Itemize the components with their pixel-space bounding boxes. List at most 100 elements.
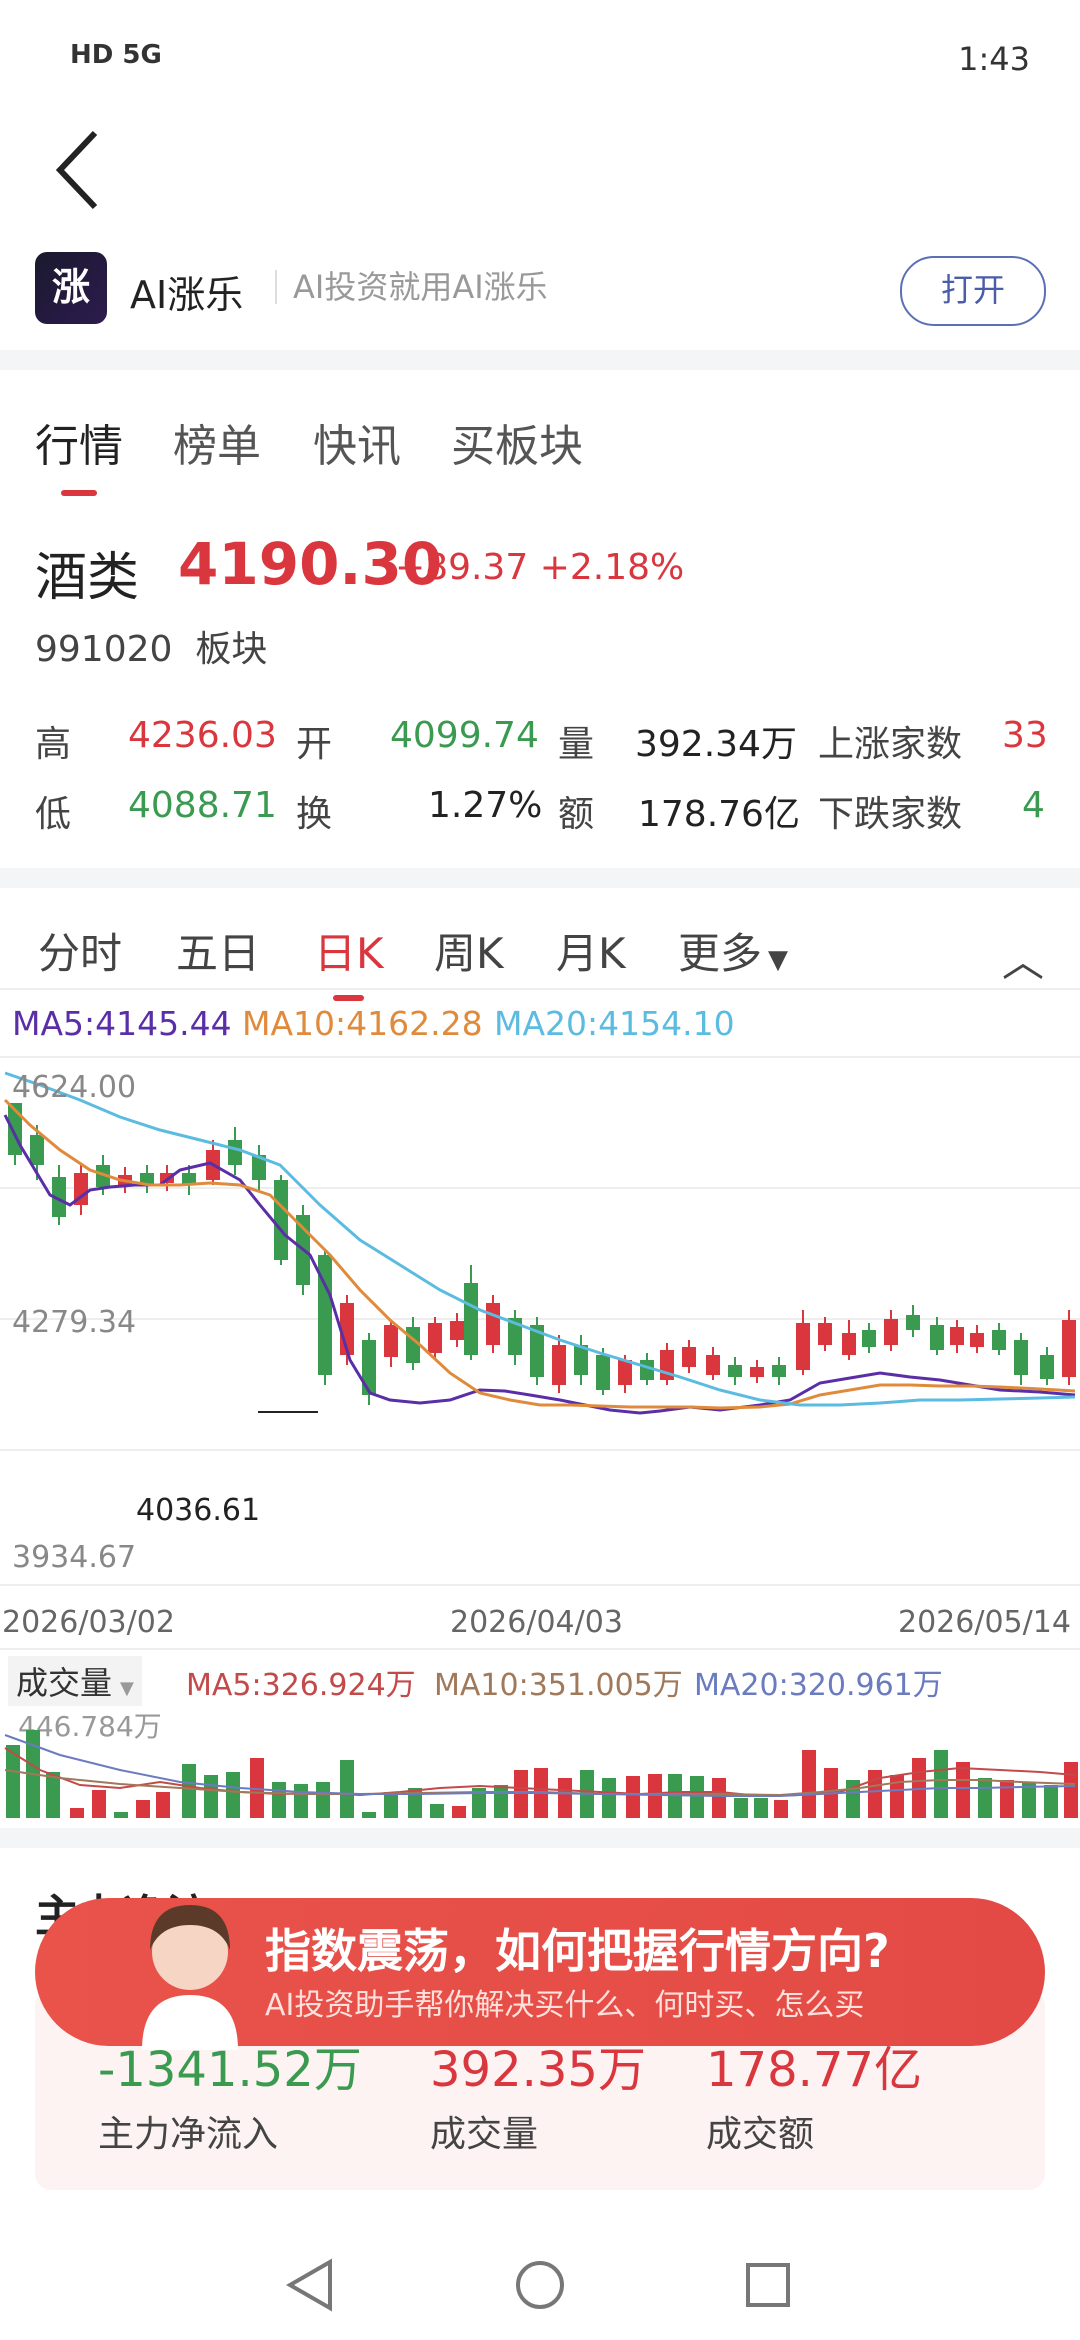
volume-bar [340, 1760, 354, 1818]
amount-label: 额 [558, 794, 595, 835]
app-logo: 涨 [35, 252, 107, 324]
volume-label: 成交量 [16, 1664, 113, 1702]
volume-bar [754, 1798, 768, 1818]
candle-body [450, 1321, 464, 1340]
candle-body [362, 1340, 376, 1395]
volume-chart[interactable] [0, 1700, 1080, 1820]
candle-body [970, 1333, 984, 1347]
divider [0, 868, 1080, 888]
candle-body [1014, 1340, 1028, 1375]
volume-bar [774, 1800, 788, 1818]
nav-home-icon [516, 2261, 564, 2309]
change-value: +89.37 [395, 547, 529, 588]
clock: 1:43 [958, 40, 1030, 78]
low-label: 低 [35, 794, 72, 835]
candle-body [274, 1180, 288, 1260]
chevron-up-icon[interactable]: ︿ [1002, 928, 1044, 989]
nav-recents-icon [746, 2263, 790, 2307]
candle-body [930, 1325, 944, 1350]
divider [0, 1828, 1080, 1848]
volume-bar [1064, 1762, 1078, 1818]
sector-name: 酒类 [35, 548, 140, 608]
tab-intraday[interactable]: 分时 [38, 920, 122, 981]
ma20-label: MA20:4154.10 [494, 1004, 735, 1043]
volume-bar [294, 1784, 308, 1818]
price-axis-high: 4624.00 [12, 1070, 137, 1105]
candle-body [682, 1347, 696, 1367]
divider [0, 988, 1080, 990]
candle-body [596, 1355, 610, 1390]
candle-body [772, 1365, 786, 1377]
volume-bar [1000, 1780, 1014, 1818]
code-type: 板块 [195, 629, 268, 670]
candle-body [796, 1323, 810, 1370]
open-label: 开 [296, 724, 333, 765]
volume-bar [156, 1792, 170, 1818]
volume-bar [70, 1808, 84, 1818]
volume-bar [452, 1806, 466, 1818]
candle-body [486, 1303, 500, 1345]
date-start: 2026/03/02 [2, 1605, 175, 1640]
volume-bar [712, 1778, 726, 1818]
sector-code: 991020 板块 [35, 620, 267, 672]
divider [0, 1648, 1080, 1650]
tab-daily-k[interactable]: 日K [314, 920, 384, 1001]
tab-five-day[interactable]: 五日 [176, 920, 260, 981]
app-slogan: AI投资就用AI涨乐 [275, 270, 548, 304]
open-app-button[interactable]: 打开 [900, 256, 1046, 326]
candle-body [428, 1323, 442, 1353]
candle-body [1062, 1320, 1076, 1377]
volume-bar [956, 1762, 970, 1818]
code-value: 991020 [35, 629, 173, 670]
candle-body [862, 1330, 876, 1347]
volume-bar [226, 1772, 240, 1818]
amount-value: 178.76亿 [638, 794, 800, 835]
tab-news[interactable]: 快讯 [313, 410, 401, 474]
date-mid: 2026/04/03 [450, 1605, 623, 1640]
candle-body [750, 1367, 764, 1377]
change-pct: +2.18% [539, 547, 685, 588]
volume-value: 392.34万 [635, 724, 797, 765]
candle-body [30, 1135, 44, 1165]
volume-bar [978, 1778, 992, 1818]
price-axis-mid: 4279.34 [12, 1305, 137, 1340]
assistant-avatar [120, 1890, 260, 2050]
low-value: 4088.71 [128, 785, 277, 826]
volume-bar [802, 1750, 816, 1818]
ma10-label: MA10:4162.28 [242, 1004, 483, 1043]
nav-back-icon [285, 2258, 332, 2312]
tab-monthly-k[interactable]: 月K [556, 920, 626, 981]
volume-label: 量 [558, 724, 595, 765]
candle-body [464, 1283, 478, 1355]
candle-body [384, 1325, 398, 1357]
tab-quote[interactable]: 行情 [35, 410, 123, 496]
volume-bar [934, 1750, 948, 1818]
tab-weekly-k[interactable]: 周K [434, 920, 504, 981]
tab-more[interactable]: 更多 ▼ [678, 920, 788, 981]
candle-body [552, 1345, 566, 1385]
candle-body [992, 1330, 1006, 1350]
candle-body [842, 1333, 856, 1355]
volume-bar [602, 1778, 616, 1818]
candle-body [818, 1323, 832, 1345]
back-button[interactable] [50, 125, 110, 215]
candle-body [618, 1360, 632, 1385]
volume-bar [272, 1782, 286, 1818]
up-count-value: 33 [1002, 715, 1048, 756]
volume-bar [114, 1812, 128, 1818]
candle-body [706, 1355, 720, 1375]
flow-volume-label: 成交量 [430, 2114, 539, 2155]
turnover-label: 换 [296, 794, 333, 835]
volume-bar [494, 1785, 508, 1818]
tab-buy-sector[interactable]: 买板块 [451, 410, 583, 474]
status-bar: HD 5G 1:43 [0, 0, 1080, 120]
volume-bar [626, 1776, 640, 1818]
volume-bar [362, 1812, 376, 1818]
volume-dropdown[interactable]: 成交量 ▼ [8, 1656, 142, 1706]
tab-ranking[interactable]: 榜单 [173, 410, 261, 474]
volume-bar [182, 1764, 196, 1818]
volume-bar [690, 1776, 704, 1818]
candle-body [228, 1140, 242, 1165]
volume-bar [204, 1775, 218, 1818]
sector-change: +89.37 +2.18% [395, 547, 684, 588]
